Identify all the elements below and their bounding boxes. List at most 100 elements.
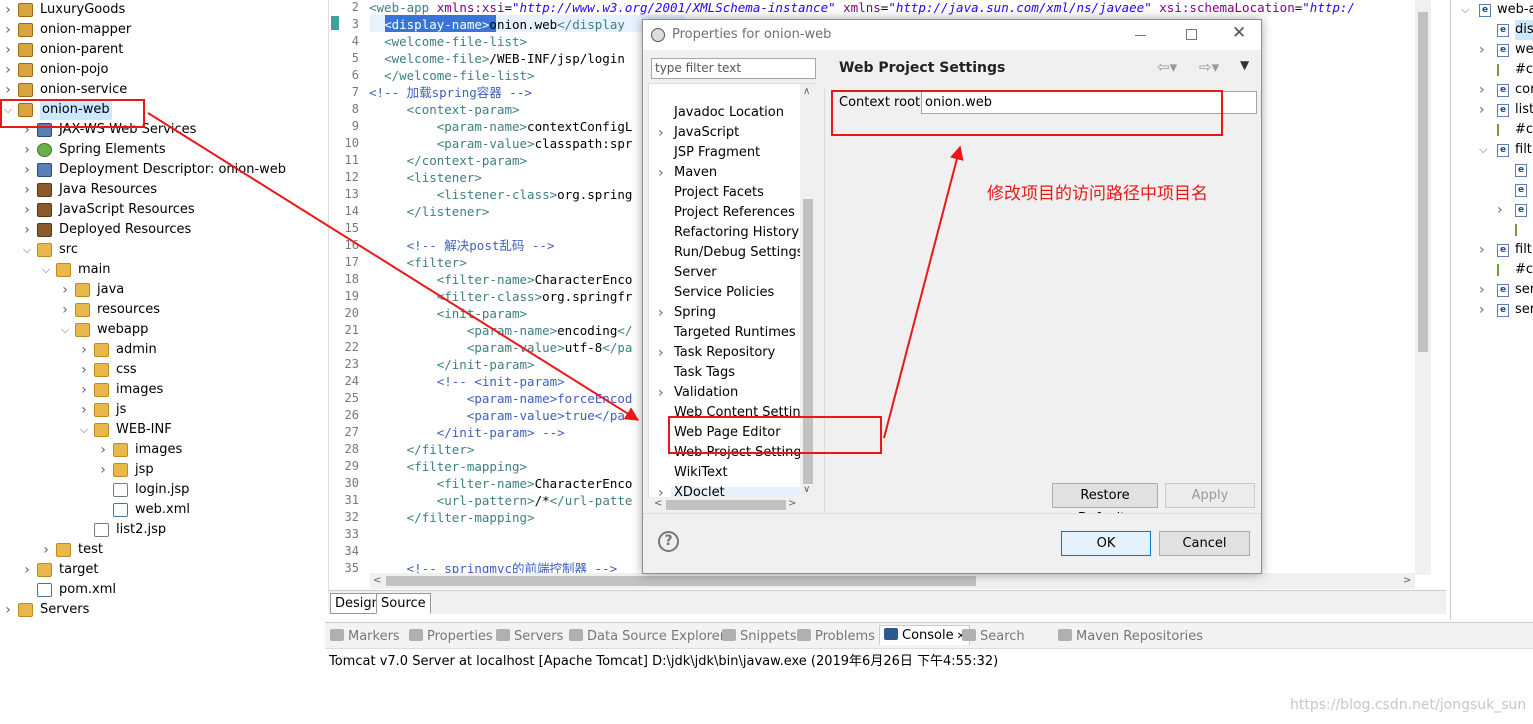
expand-chevron-icon[interactable]: › (22, 180, 32, 200)
property-page-item[interactable]: Server (674, 263, 717, 283)
tree-item[interactable]: ⌵ main (0, 260, 320, 280)
code-line[interactable]: <param-value>true</pa (369, 407, 625, 424)
tree-item[interactable]: › onion-service (0, 80, 320, 100)
code-line[interactable]: <!-- 解决post乱码 --> (369, 237, 555, 254)
expand-chevron-icon[interactable]: › (79, 380, 89, 400)
property-page-item[interactable]: Project Facets (674, 183, 764, 203)
code-line[interactable]: </context-param> (369, 152, 527, 169)
tree-item[interactable]: › Java Resources (0, 180, 320, 200)
code-line[interactable]: <param-value>classpath:spr (369, 135, 633, 152)
code-line[interactable]: <web-app xmlns:xsi="http://www.w3.org/20… (369, 0, 1355, 16)
property-page-item[interactable]: Run/Debug Settings (674, 243, 804, 263)
expand-chevron-icon[interactable]: › (3, 20, 13, 40)
tab-source[interactable]: Source (376, 593, 431, 614)
tree-item[interactable]: › resources (0, 300, 320, 320)
tree-item[interactable]: › images (0, 440, 320, 460)
scroll-left-icon[interactable]: < (373, 573, 383, 589)
close-icon[interactable]: ✕ (1232, 23, 1246, 43)
code-line[interactable]: <listener-class>org.spring (369, 186, 633, 203)
code-line[interactable]: </filter> (369, 441, 475, 458)
tree-item[interactable]: › css (0, 360, 320, 380)
tree-item[interactable]: › jsp (0, 460, 320, 480)
code-line[interactable]: <!-- 加载spring容器 --> (369, 84, 532, 101)
view-tab-problems[interactable]: Problems (797, 627, 875, 647)
code-line[interactable]: </welcome-file-list> (369, 67, 535, 84)
expand-chevron-icon[interactable]: › (79, 360, 89, 380)
code-line[interactable]: <!-- <init-param> (369, 373, 565, 390)
collapse-chevron-icon[interactable]: ⌵ (1461, 0, 1469, 20)
forward-icon[interactable]: ⇨▾ (1199, 58, 1219, 76)
expand-chevron-icon[interactable]: › (79, 400, 89, 420)
property-page-item[interactable]: Spring (674, 303, 716, 323)
property-page-item[interactable]: Task Repository (674, 343, 775, 363)
expand-chevron-icon[interactable]: › (1479, 80, 1485, 100)
code-line[interactable]: </listener> (369, 203, 490, 220)
horizontal-scroll-thumb[interactable] (386, 576, 976, 586)
tree-item[interactable]: ⌵ webapp (0, 320, 320, 340)
back-icon[interactable]: ⇦▾ (1157, 58, 1177, 76)
code-line[interactable]: <welcome-file-list> (369, 33, 527, 50)
apply-button[interactable]: Apply (1165, 483, 1255, 508)
maximize-icon[interactable] (1186, 29, 1197, 40)
tree-item[interactable]: › onion-mapper (0, 20, 320, 40)
property-page-item[interactable]: Javadoc Location (674, 103, 784, 123)
expand-chevron-icon[interactable]: › (658, 303, 668, 323)
code-line[interactable]: </filter-mapping> (369, 509, 535, 526)
expand-chevron-icon[interactable]: › (1479, 240, 1485, 260)
expand-chevron-icon[interactable]: › (22, 560, 32, 580)
ok-button[interactable]: OK (1061, 531, 1151, 556)
scroll-right-icon[interactable]: > (1403, 573, 1413, 589)
vertical-scroll-thumb[interactable] (1418, 12, 1428, 352)
tree-item[interactable]: › onion-pojo (0, 60, 320, 80)
expand-chevron-icon[interactable]: › (1479, 300, 1485, 320)
property-page-item[interactable]: JavaScript (674, 123, 739, 143)
view-tab-search[interactable]: Search (962, 627, 1025, 647)
expand-chevron-icon[interactable]: › (22, 200, 32, 220)
tree-item[interactable]: › Deployment Descriptor: onion-web (0, 160, 320, 180)
expand-chevron-icon[interactable]: › (1479, 100, 1485, 120)
view-tab-properties[interactable]: Properties (409, 627, 493, 647)
code-line[interactable]: <init-param> (369, 305, 527, 322)
expand-chevron-icon[interactable]: › (3, 600, 13, 620)
collapse-chevron-icon[interactable]: ⌵ (79, 420, 89, 440)
editor-vertical-scrollbar[interactable] (1415, 0, 1431, 575)
tree-item[interactable]: › js (0, 400, 320, 420)
property-page-item[interactable]: Service Policies (674, 283, 774, 303)
code-line[interactable]: <param-name>encoding</ (369, 322, 633, 339)
code-line[interactable]: <param-value>utf-8</pa (369, 339, 633, 356)
code-line[interactable]: <filter> (369, 254, 467, 271)
expand-chevron-icon[interactable]: › (3, 0, 13, 20)
property-page-item[interactable]: WikiText (674, 463, 728, 483)
tree-item[interactable]: pom.xml (0, 580, 320, 600)
code-line[interactable]: <context-param> (369, 101, 520, 118)
tree-item[interactable]: › admin (0, 340, 320, 360)
cancel-button[interactable]: Cancel (1159, 531, 1250, 556)
tree-item[interactable]: login.jsp (0, 480, 320, 500)
property-page-item[interactable]: Refactoring History (674, 223, 799, 243)
view-tab-data-source-explorer[interactable]: Data Source Explorer (569, 627, 725, 647)
tree-item[interactable]: › test (0, 540, 320, 560)
expand-chevron-icon[interactable]: › (41, 540, 51, 560)
expand-chevron-icon[interactable]: › (3, 80, 13, 100)
expand-chevron-icon[interactable]: › (22, 160, 32, 180)
view-tab-markers[interactable]: Markers (330, 627, 400, 647)
tree-item[interactable]: ⌵ src (0, 240, 320, 260)
restore-defaults-button[interactable]: Restore Defaults (1052, 483, 1158, 526)
property-page-item[interactable]: JSP Fragment (674, 143, 760, 163)
expand-chevron-icon[interactable]: › (60, 280, 70, 300)
tree-item[interactable]: › JavaScript Resources (0, 200, 320, 220)
view-tab-snippets[interactable]: Snippets (722, 627, 796, 647)
tree-item[interactable]: web.xml (0, 500, 320, 520)
tree-item[interactable]: › target (0, 560, 320, 580)
code-line[interactable]: <filter-class>org.springfr (369, 288, 633, 305)
expand-chevron-icon[interactable]: › (1479, 280, 1485, 300)
collapse-chevron-icon[interactable]: ⌵ (1479, 140, 1487, 160)
code-line[interactable]: <url-pattern>/*</url-patte (369, 492, 633, 509)
tree-item[interactable]: list2.jsp (0, 520, 320, 540)
expand-chevron-icon[interactable]: › (658, 163, 668, 183)
editor-horizontal-scrollbar[interactable]: < > (370, 573, 1415, 589)
view-tab-servers[interactable]: Servers (496, 627, 563, 647)
scroll-down-icon[interactable]: ∨ (803, 484, 810, 495)
collapse-chevron-icon[interactable]: ⌵ (22, 240, 32, 260)
scroll-up-icon[interactable]: ∧ (803, 86, 810, 97)
